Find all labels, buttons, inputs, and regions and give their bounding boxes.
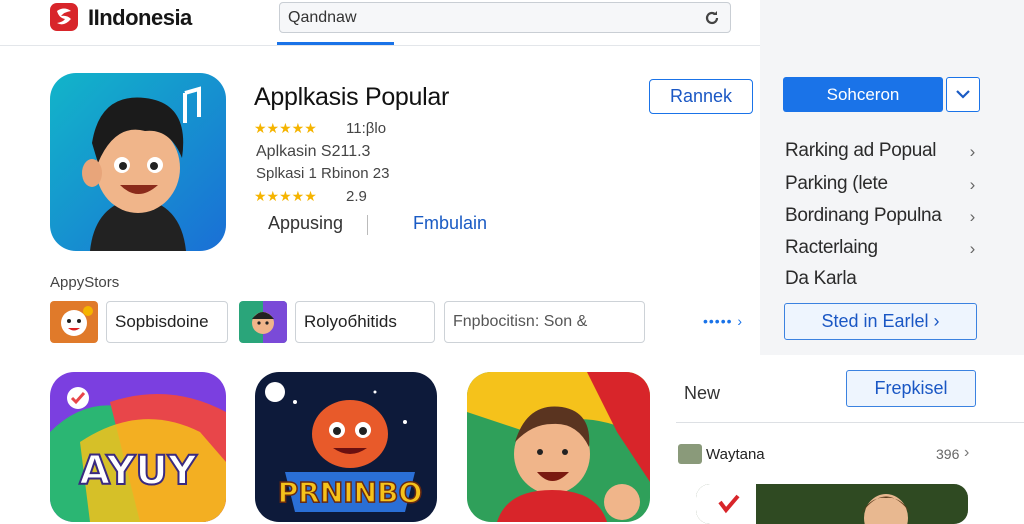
chevron-right-icon: ›: [969, 239, 976, 258]
divider: [676, 422, 1024, 423]
menu-item-racterlaing[interactable]: Racterlaing ›: [785, 237, 975, 265]
rating-stars: ★★★★★: [254, 120, 317, 136]
search-bar[interactable]: [279, 2, 731, 33]
menu-item-da-karla[interactable]: Da Karla: [785, 268, 975, 296]
menu-item-label: Parking (lete: [785, 173, 888, 194]
thumbnail-title: PRNINBO: [278, 476, 423, 509]
app-meta-line: Aplkasin S211.3: [256, 143, 371, 160]
tab-appusing[interactable]: Appusing: [268, 213, 343, 234]
chevron-right-icon: ›: [969, 207, 976, 226]
category-chip[interactable]: Rolyoбhitids: [295, 301, 435, 343]
more-link[interactable]: ••••• ›: [703, 313, 743, 329]
rank-button[interactable]: Rannek: [649, 79, 753, 114]
menu-item-label: Rarking ad Popual: [785, 140, 937, 161]
chip-app-icon[interactable]: [50, 301, 98, 343]
category-chip[interactable]: Fnpbocitisn: Son &: [444, 301, 645, 343]
menu-item-bordinang[interactable]: Bordinang Populna ›: [785, 205, 975, 233]
secondary-button[interactable]: Frepkisel: [846, 370, 976, 407]
primary-button[interactable]: Sohcеron: [783, 77, 943, 112]
app-title: Applkasiѕ Popular: [254, 83, 450, 111]
app-thumbnail[interactable]: [467, 372, 650, 522]
tab-divider: [367, 215, 368, 235]
chevron-down-icon: [956, 90, 970, 99]
tab-popular[interactable]: Fmbulain: [413, 213, 487, 234]
menu-item-label: Da Karla: [785, 268, 857, 289]
search-input[interactable]: [288, 8, 688, 28]
dropdown-button[interactable]: [946, 77, 980, 112]
app-icon[interactable]: [50, 73, 226, 251]
preview-card[interactable]: [696, 484, 968, 524]
reload-icon[interactable]: [702, 8, 722, 28]
brand-name: IIndonesia: [88, 5, 192, 30]
rating-value: 2.9: [346, 188, 367, 205]
rating-value: 11:βlo: [346, 120, 387, 137]
section-label: AppyStors: [50, 274, 120, 291]
chip-app-icon[interactable]: [239, 301, 287, 343]
active-tab-indicator: [277, 42, 394, 45]
menu-item-ranking[interactable]: Rarking ad Popual ›: [785, 140, 975, 168]
list-item-count: 396: [936, 446, 960, 462]
list-item-title[interactable]: Waytana: [706, 446, 765, 463]
rating-stars: ★★★★★: [254, 188, 317, 204]
chevron-right-icon: ›: [969, 175, 976, 194]
brand-logo[interactable]: [50, 3, 78, 31]
row-thumbnail-icon: [678, 444, 702, 464]
thumbnail-title: AYUY: [79, 448, 198, 494]
app-thumbnail[interactable]: AYUY: [50, 372, 226, 522]
menu-item-label: Racterlaing: [785, 237, 878, 258]
menu-item-parking[interactable]: Parking (lete ›: [785, 173, 975, 201]
chevron-right-icon[interactable]: ›: [964, 444, 969, 462]
chevron-right-icon: ›: [969, 142, 976, 161]
app-meta-line: Splkasi 1 Rbinon 23: [256, 165, 390, 182]
outline-button[interactable]: Sted in Earlel ›: [784, 303, 977, 340]
app-thumbnail[interactable]: PRNINBO: [255, 372, 437, 522]
category-chip[interactable]: Sopbisdoine: [106, 301, 228, 343]
section-heading: New: [684, 383, 721, 403]
menu-item-label: Bordinang Populna: [785, 205, 942, 226]
